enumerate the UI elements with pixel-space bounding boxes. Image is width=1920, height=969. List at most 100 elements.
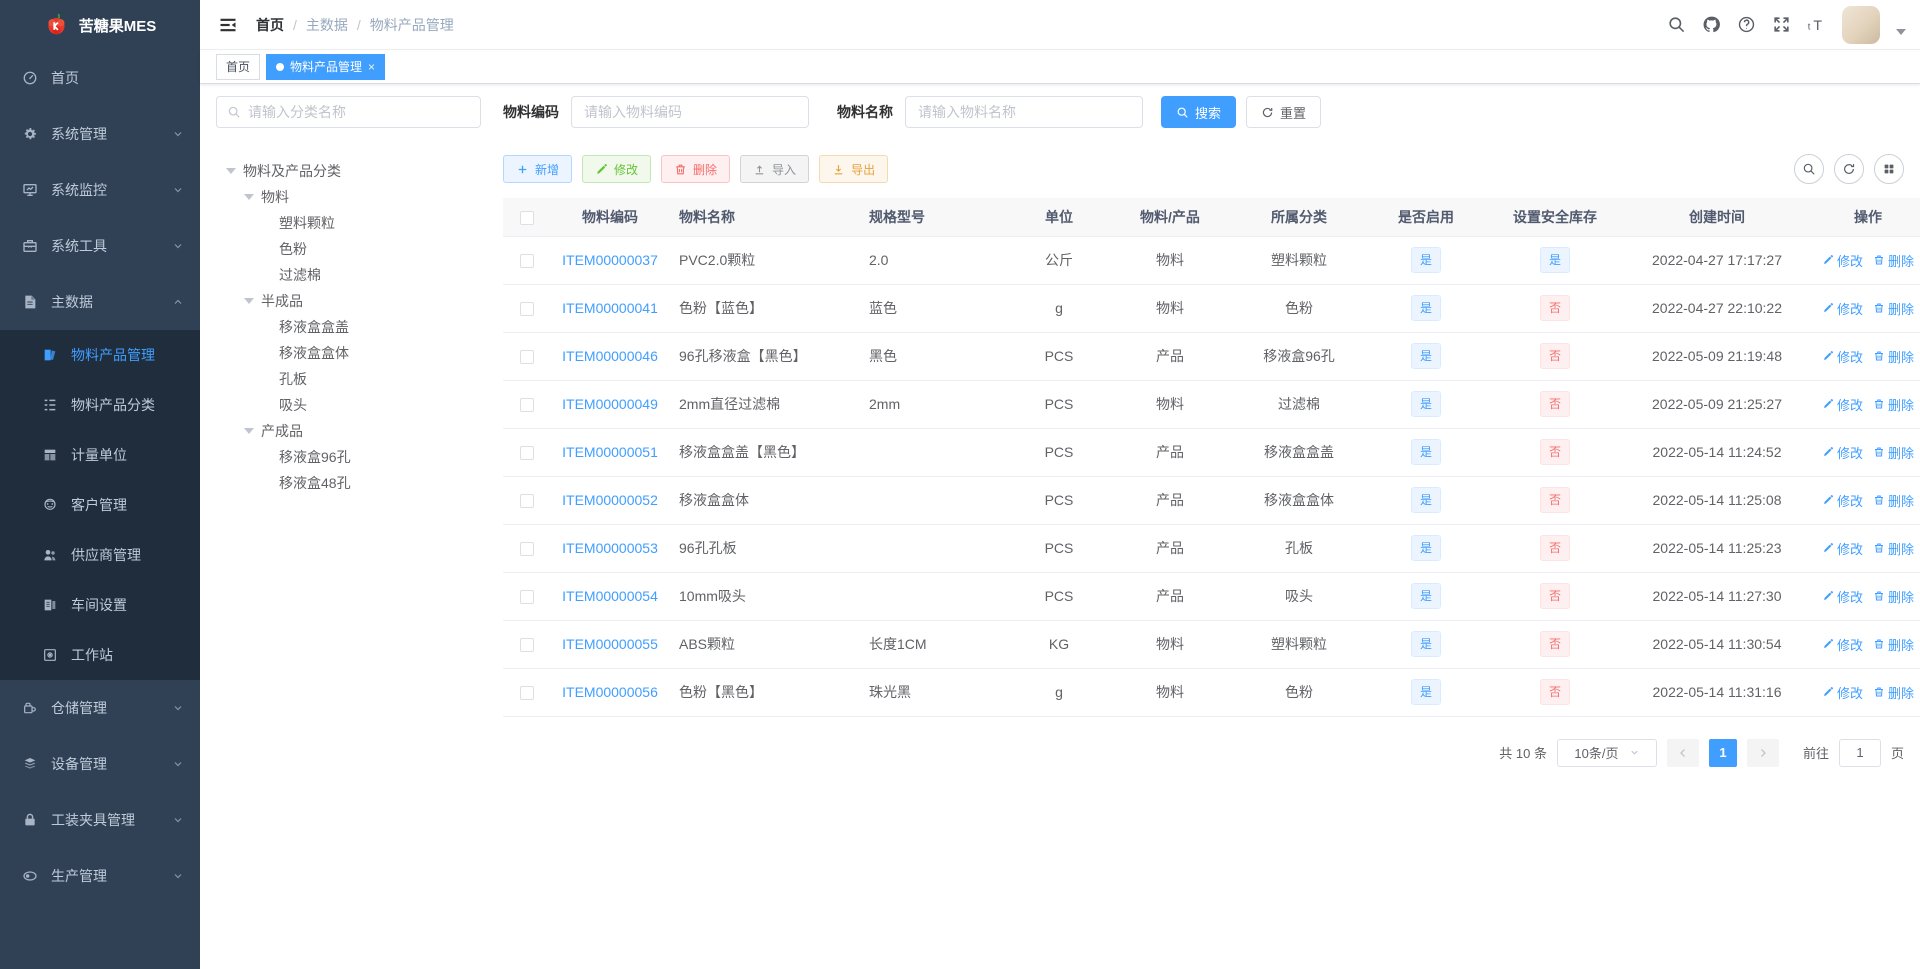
row-edit-link[interactable]: 修改 xyxy=(1822,251,1863,270)
edit-button[interactable]: 修改 xyxy=(582,155,652,183)
github-icon[interactable] xyxy=(1702,15,1721,34)
sidebar-item[interactable]: 计量单位 xyxy=(0,430,200,480)
sidebar-item[interactable]: 首页 xyxy=(0,50,200,106)
sidebar-item[interactable]: 设备管理 xyxy=(0,736,200,792)
material-code-link[interactable]: ITEM00000053 xyxy=(562,540,658,556)
goto-page-input[interactable] xyxy=(1838,738,1881,767)
export-button[interactable]: 导出 xyxy=(819,155,889,183)
tree-node[interactable]: 孔板 xyxy=(216,366,481,392)
collapse-sidebar-icon[interactable] xyxy=(218,15,238,35)
material-name-input[interactable] xyxy=(905,96,1143,128)
row-delete-link[interactable]: 删除 xyxy=(1873,443,1914,462)
row-delete-link[interactable]: 删除 xyxy=(1873,299,1914,318)
row-edit-link[interactable]: 修改 xyxy=(1822,395,1863,414)
tree-node[interactable]: 半成品 xyxy=(216,288,481,314)
breadcrumb-item[interactable]: 主数据 xyxy=(306,15,348,35)
add-button[interactable]: 新增 xyxy=(503,155,573,183)
material-code-link[interactable]: ITEM00000049 xyxy=(562,396,658,412)
row-edit-link[interactable]: 修改 xyxy=(1822,683,1863,702)
row-checkbox[interactable] xyxy=(520,590,534,605)
breadcrumb-item[interactable]: 首页 xyxy=(256,15,284,35)
next-page-button[interactable] xyxy=(1746,738,1779,767)
search-icon[interactable] xyxy=(1667,15,1686,34)
material-code-input[interactable] xyxy=(571,96,809,128)
material-code-link[interactable]: ITEM00000054 xyxy=(562,588,658,604)
tree-node[interactable]: 产成品 xyxy=(216,418,481,444)
material-code-link[interactable]: ITEM00000051 xyxy=(562,444,658,460)
material-code-link[interactable]: ITEM00000055 xyxy=(562,636,658,652)
sidebar-item[interactable]: 供应商管理 xyxy=(0,530,200,580)
tree-node[interactable]: 物料 xyxy=(216,184,481,210)
sidebar-item[interactable]: 仓储管理 xyxy=(0,680,200,736)
prev-page-button[interactable] xyxy=(1666,738,1699,767)
sidebar-item[interactable]: 主数据 xyxy=(0,274,200,330)
material-code-link[interactable]: ITEM00000037 xyxy=(562,252,658,268)
row-checkbox[interactable] xyxy=(520,446,534,461)
row-edit-link[interactable]: 修改 xyxy=(1822,299,1863,318)
row-edit-link[interactable]: 修改 xyxy=(1822,587,1863,606)
row-checkbox[interactable] xyxy=(520,254,534,269)
columns-grid-icon[interactable] xyxy=(1874,154,1904,184)
delete-button[interactable]: 删除 xyxy=(661,155,731,183)
tree-node[interactable]: 塑料颗粒 xyxy=(216,210,481,236)
material-code-link[interactable]: ITEM00000046 xyxy=(562,348,658,364)
row-delete-link[interactable]: 删除 xyxy=(1873,251,1914,270)
row-checkbox[interactable] xyxy=(520,398,534,413)
fullscreen-icon[interactable] xyxy=(1772,15,1791,34)
row-edit-link[interactable]: 修改 xyxy=(1822,539,1863,558)
sidebar-item[interactable]: 车间设置 xyxy=(0,580,200,630)
font-size-icon[interactable]: tT xyxy=(1807,15,1826,34)
row-delete-link[interactable]: 删除 xyxy=(1873,683,1914,702)
sidebar-item[interactable]: 工作站 xyxy=(0,630,200,680)
user-menu-caret-icon[interactable] xyxy=(1896,28,1906,35)
sidebar-item[interactable]: 系统监控 xyxy=(0,162,200,218)
sidebar-item[interactable]: 客户管理 xyxy=(0,480,200,530)
material-code-link[interactable]: ITEM00000056 xyxy=(562,684,658,700)
sidebar-item[interactable]: 物料产品分类 xyxy=(0,380,200,430)
row-edit-link[interactable]: 修改 xyxy=(1822,491,1863,510)
sidebar-item[interactable]: 系统管理 xyxy=(0,106,200,162)
reset-button[interactable]: 重置 xyxy=(1246,96,1322,128)
tree-node[interactable]: 移液盒盒盖 xyxy=(216,314,481,340)
show-search-icon[interactable] xyxy=(1794,154,1824,184)
material-code-link[interactable]: ITEM00000052 xyxy=(562,492,658,508)
row-checkbox[interactable] xyxy=(520,638,534,653)
row-delete-link[interactable]: 删除 xyxy=(1873,587,1914,606)
tab-item[interactable]: 首页 xyxy=(216,53,261,80)
tree-node[interactable]: 移液盒48孔 xyxy=(216,470,481,496)
row-delete-link[interactable]: 删除 xyxy=(1873,347,1914,366)
sidebar-item[interactable]: 生产管理 xyxy=(0,848,200,904)
row-edit-link[interactable]: 修改 xyxy=(1822,443,1863,462)
row-edit-link[interactable]: 修改 xyxy=(1822,347,1863,366)
tree-node[interactable]: 移液盒96孔 xyxy=(216,444,481,470)
sidebar-item[interactable]: 工装夹具管理 xyxy=(0,792,200,848)
tree-node[interactable]: 物料及产品分类 xyxy=(216,158,481,184)
page-number-button[interactable]: 1 xyxy=(1708,738,1737,767)
tab-active[interactable]: 物料产品管理 × xyxy=(266,53,386,80)
import-button[interactable]: 导入 xyxy=(740,155,810,183)
select-all-checkbox[interactable] xyxy=(520,210,534,225)
help-icon[interactable] xyxy=(1737,15,1756,34)
search-button[interactable]: 搜索 xyxy=(1161,96,1237,128)
row-checkbox[interactable] xyxy=(520,494,534,509)
row-delete-link[interactable]: 删除 xyxy=(1873,395,1914,414)
row-delete-link[interactable]: 删除 xyxy=(1873,491,1914,510)
refresh-table-icon[interactable] xyxy=(1834,154,1864,184)
row-checkbox[interactable] xyxy=(520,686,534,701)
tree-node[interactable]: 移液盒盒体 xyxy=(216,340,481,366)
page-size-select[interactable]: 10条/页 xyxy=(1556,738,1657,767)
row-checkbox[interactable] xyxy=(520,542,534,557)
tree-node[interactable]: 色粉 xyxy=(216,236,481,262)
row-delete-link[interactable]: 删除 xyxy=(1873,539,1914,558)
sidebar-item[interactable]: 系统工具 xyxy=(0,218,200,274)
tree-node[interactable]: 过滤棉 xyxy=(216,262,481,288)
row-checkbox[interactable] xyxy=(520,302,534,317)
tree-search-input[interactable] xyxy=(248,104,470,120)
close-tab-icon[interactable]: × xyxy=(368,60,375,74)
avatar[interactable] xyxy=(1842,5,1880,44)
material-code-link[interactable]: ITEM00000041 xyxy=(562,300,658,316)
row-delete-link[interactable]: 删除 xyxy=(1873,635,1914,654)
row-edit-link[interactable]: 修改 xyxy=(1822,635,1863,654)
sidebar-item[interactable]: 物料产品管理 xyxy=(0,330,200,380)
tree-node[interactable]: 吸头 xyxy=(216,392,481,418)
